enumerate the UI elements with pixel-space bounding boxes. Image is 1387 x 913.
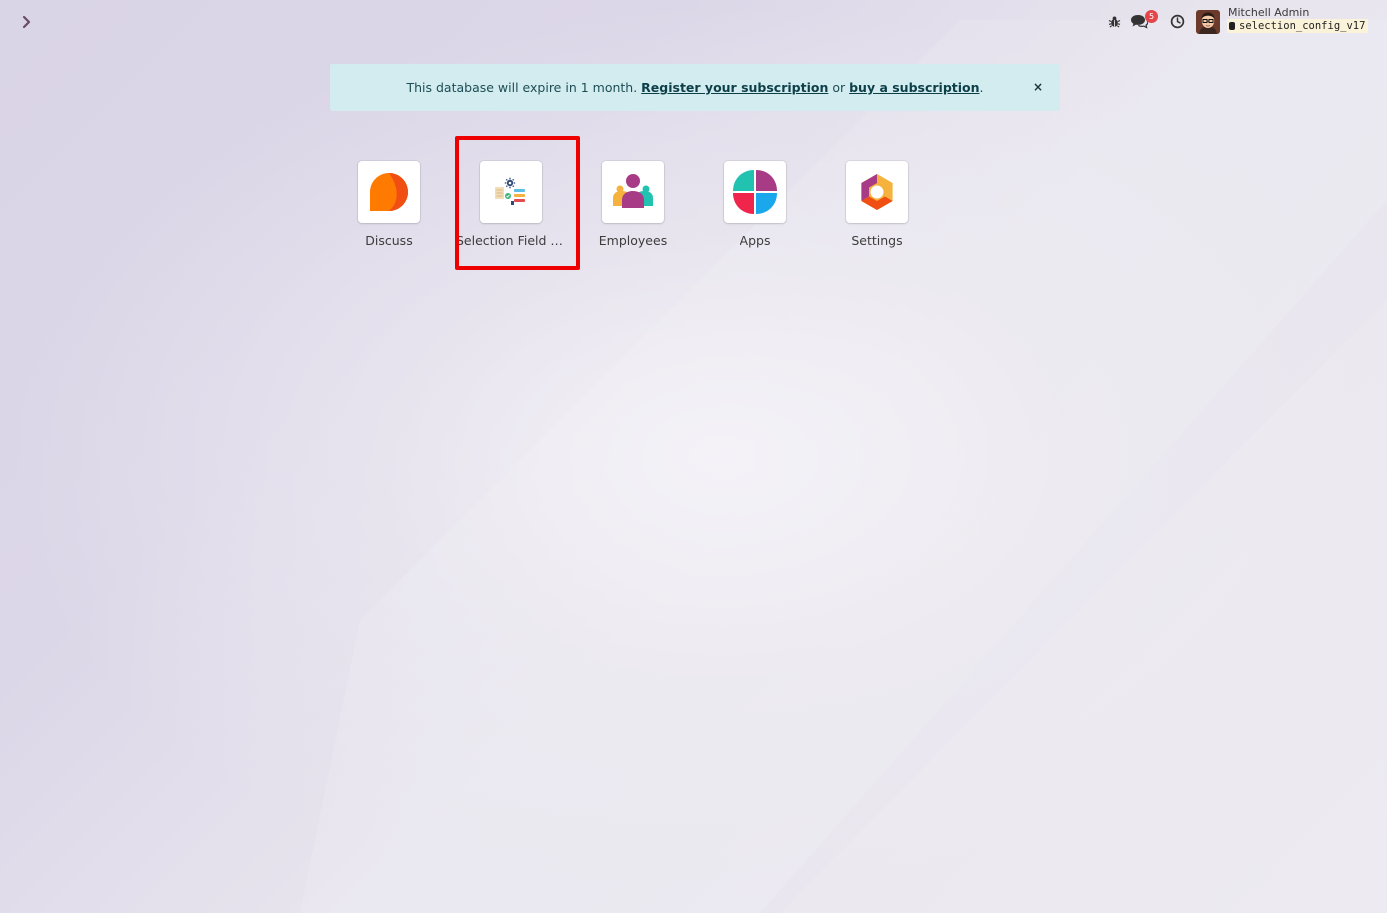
bug-icon (1108, 15, 1120, 28)
app-employees[interactable]: Employees (573, 161, 693, 261)
app-discuss[interactable]: Discuss (329, 161, 449, 261)
app-apps[interactable]: Apps (695, 161, 815, 261)
avatar-image-icon (1196, 10, 1220, 34)
app-icon-tile (480, 161, 542, 223)
discuss-icon (370, 173, 408, 211)
debug-button[interactable] (1106, 13, 1122, 29)
activity-button[interactable] (1169, 13, 1185, 29)
database-name-text: selection_config_v17 (1239, 20, 1366, 32)
buy-subscription-link[interactable]: buy a subscription (849, 80, 979, 95)
messages-count-badge: 5 (1145, 10, 1158, 23)
apps-icon (733, 170, 777, 214)
employees-icon (613, 174, 653, 208)
close-banner-button[interactable]: × (1030, 79, 1046, 95)
app-label: Selection Field Configuration (456, 233, 566, 248)
sidebar-toggle-button[interactable] (14, 10, 40, 34)
database-icon (1229, 22, 1235, 30)
user-avatar[interactable] (1196, 10, 1220, 34)
selection-field-config-icon (495, 177, 525, 205)
home-background (0, 0, 1387, 913)
app-label: Employees (598, 233, 668, 248)
chevron-right-icon (22, 15, 31, 29)
app-label: Settings (851, 233, 903, 248)
app-icon-tile (724, 161, 786, 223)
register-subscription-link[interactable]: Register your subscription (641, 80, 828, 95)
app-icon-tile (358, 161, 420, 223)
banner-prefix: This database will expire in 1 month. (406, 80, 642, 95)
banner-message: This database will expire in 1 month. Re… (406, 80, 983, 95)
banner-middle: or (828, 80, 850, 95)
banner-suffix: . (979, 80, 984, 95)
app-icon-tile (602, 161, 664, 223)
user-name[interactable]: Mitchell Admin (1228, 6, 1309, 19)
app-settings[interactable]: Settings (817, 161, 937, 261)
app-selection-field-configuration[interactable]: Selection Field Configuration (451, 161, 571, 261)
database-expiration-banner: This database will expire in 1 month. Re… (330, 64, 1060, 111)
database-name: selection_config_v17 (1227, 19, 1369, 33)
clock-icon (1170, 14, 1184, 28)
app-label: Discuss (365, 233, 413, 248)
app-icon-tile (846, 161, 908, 223)
settings-icon (861, 174, 893, 210)
app-label: Apps (739, 233, 771, 248)
